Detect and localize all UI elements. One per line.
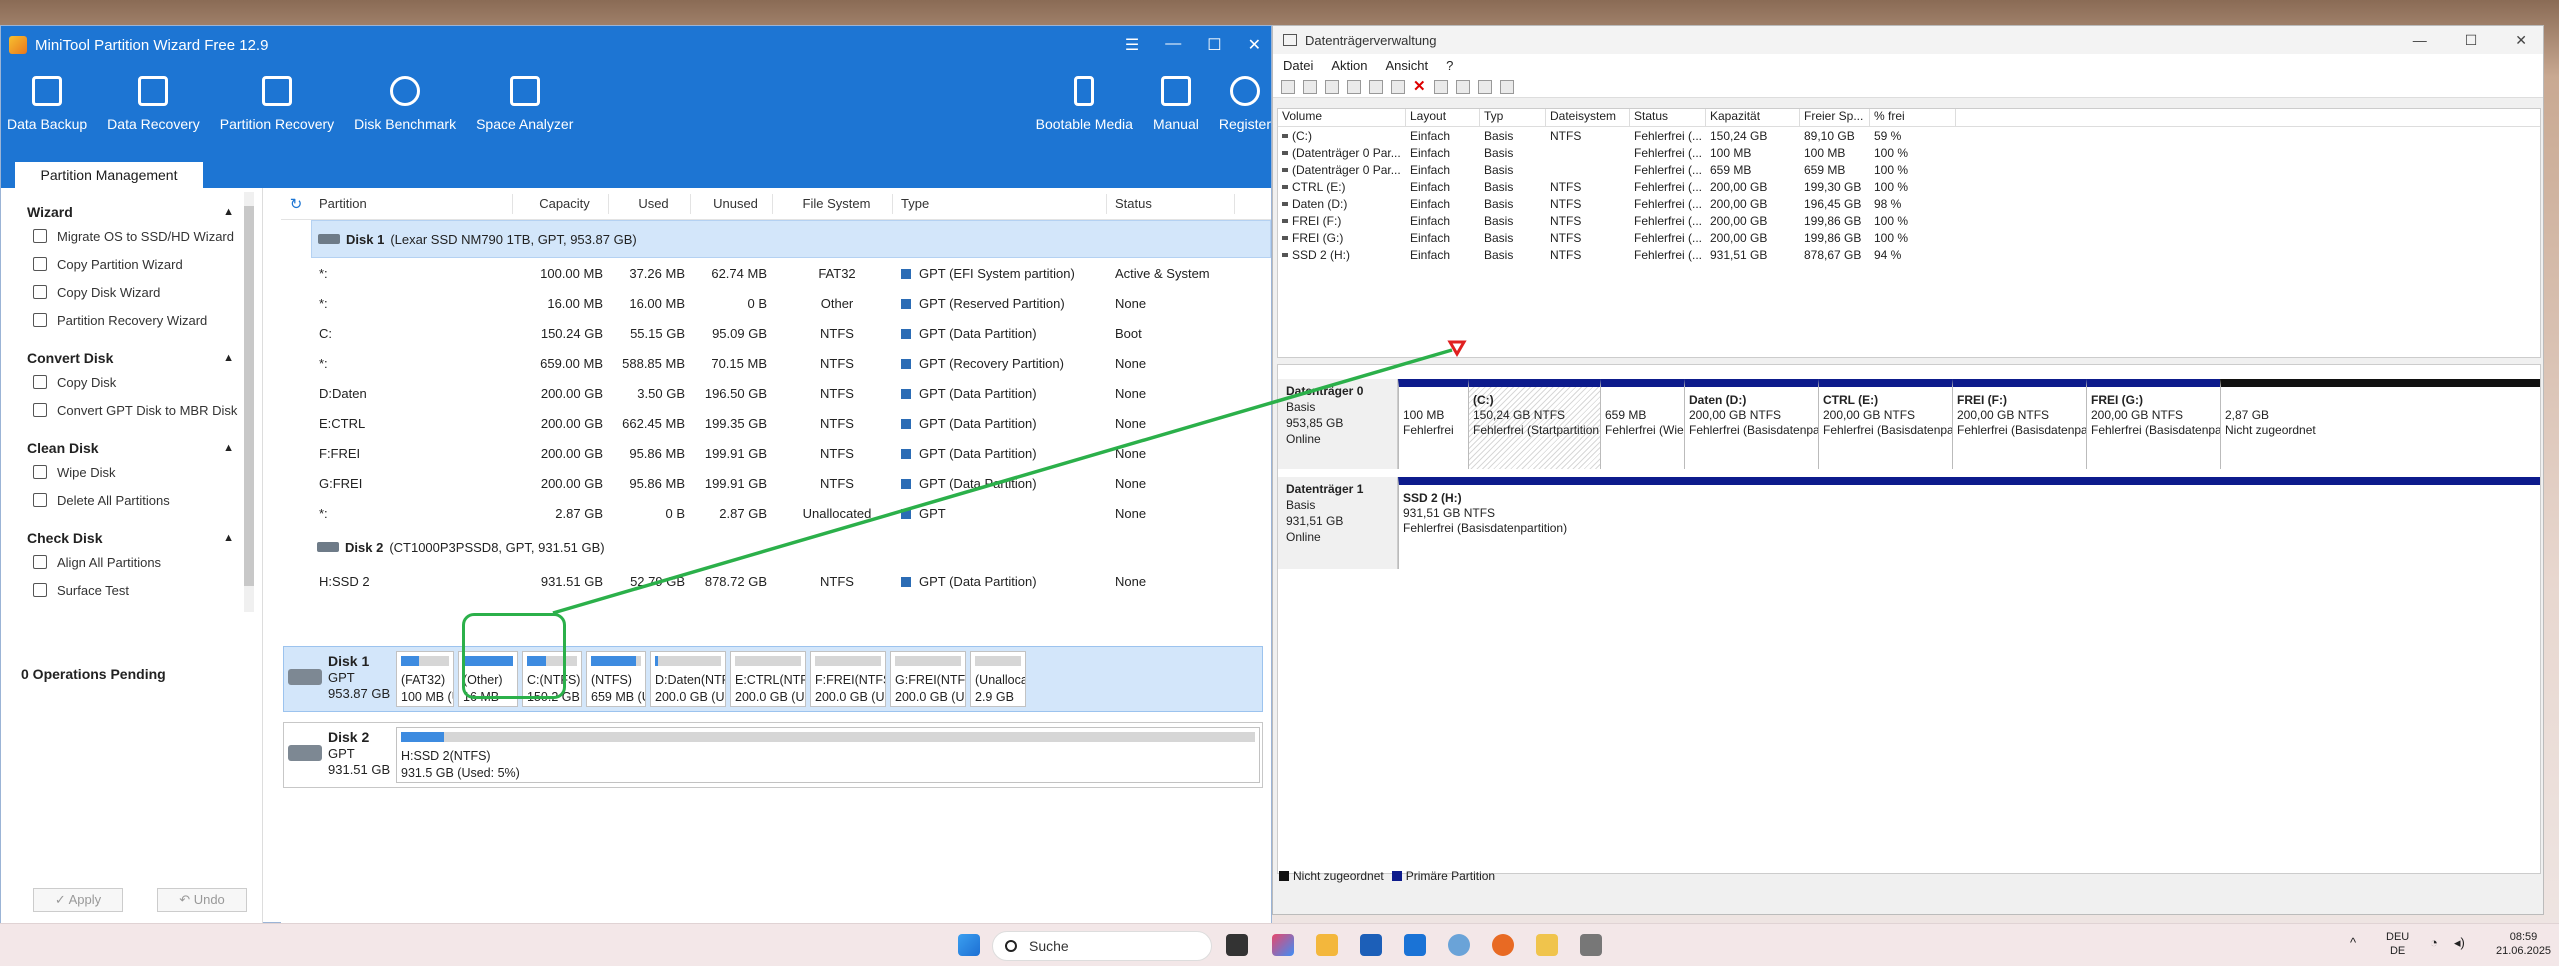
taskbar: Suche ^ DEU DE ◔ ◂) 08:59 21.06.2025 [0,923,2559,966]
language-indicator[interactable]: DEU DE [2386,930,2409,958]
clock[interactable]: 08:59 21.06.2025 [2496,930,2551,958]
lang-line1: DEU [2386,931,2410,943]
clock-time: 08:59 [2509,931,2538,943]
search-box[interactable]: Suche [992,931,1212,961]
annotation-highlight-box [462,613,566,699]
minitool-taskbar-icon[interactable] [1536,934,1558,956]
annotation-overlay [552,340,1467,615]
annotation-arrow-line [552,348,1453,615]
store-icon[interactable] [1360,934,1382,956]
file-explorer-icon[interactable] [1316,934,1338,956]
disk-management-taskbar-icon[interactable] [1580,934,1602,956]
task-view-icon[interactable] [1226,934,1248,956]
outlook-icon[interactable] [1404,934,1426,956]
lang-line2: DE [2389,945,2406,957]
start-icon[interactable] [958,934,980,956]
chevron-up-icon[interactable]: ^ [2350,936,2356,950]
search-icon [1005,940,1017,952]
firefox-icon[interactable] [1492,934,1514,956]
volume-icon[interactable]: ◂) [2454,936,2465,950]
clock-date: 21.06.2025 [2496,945,2552,957]
wifi-icon[interactable]: ◔ [2430,936,2438,950]
search-label: Suche [1029,938,1069,954]
red-marker-icon [1447,340,1467,357]
settings-icon[interactable] [1448,934,1470,956]
copilot-icon[interactable] [1272,934,1294,956]
